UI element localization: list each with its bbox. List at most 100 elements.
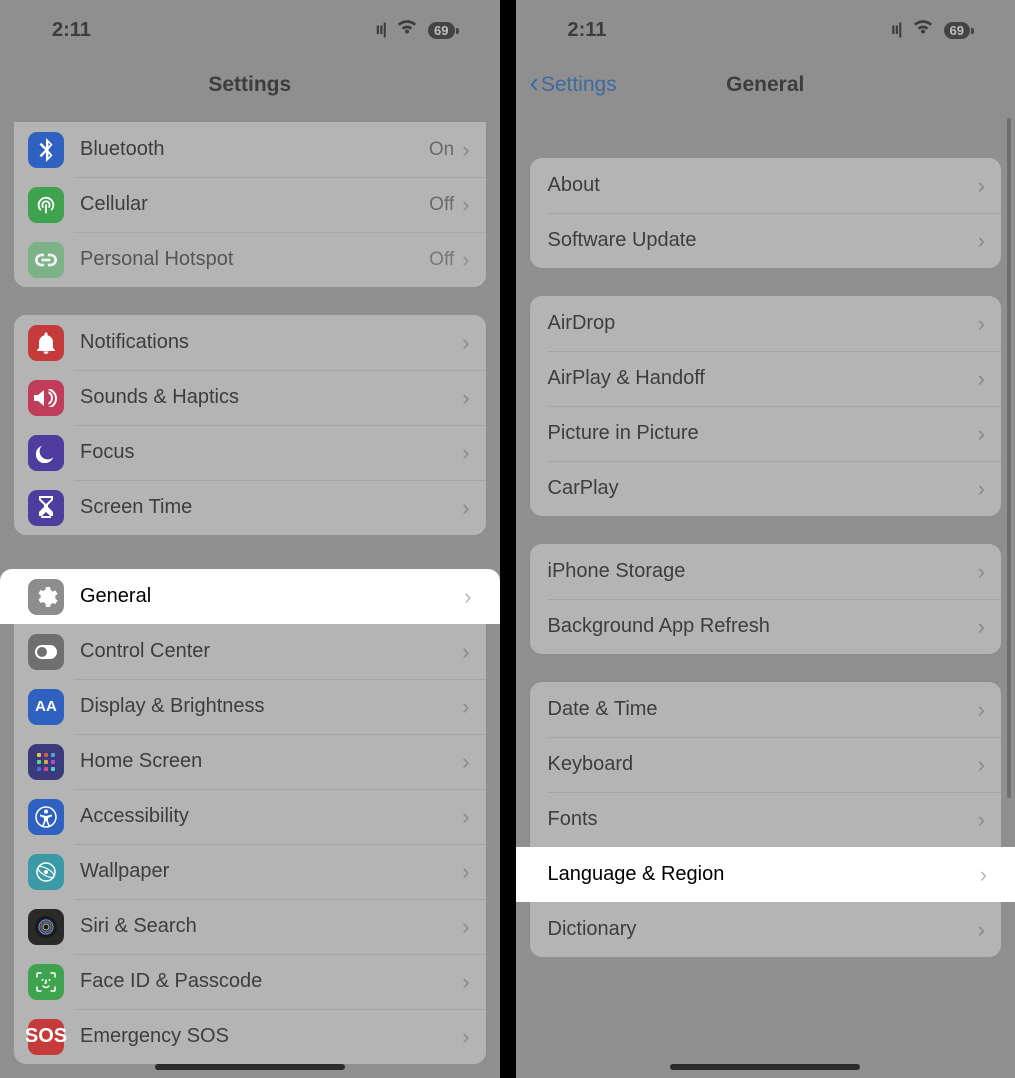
row-general[interactable]: General › <box>0 569 500 624</box>
row-label: Accessibility <box>80 805 456 828</box>
row-personal-hotspot[interactable]: Personal Hotspot Off › <box>14 232 486 287</box>
row-label: Background App Refresh <box>548 615 972 638</box>
siri-icon <box>28 909 64 945</box>
chevron-right-icon: › <box>464 584 471 610</box>
row-bluetooth[interactable]: Bluetooth On › <box>14 122 486 177</box>
hotspot-icon <box>28 242 64 278</box>
row-fonts[interactable]: Fonts › <box>530 792 1002 847</box>
row-label: AirPlay & Handoff <box>548 367 972 390</box>
row-notifications[interactable]: Notifications › <box>14 315 486 370</box>
battery-indicator: 69 <box>944 22 970 39</box>
chevron-right-icon: › <box>462 137 469 163</box>
chevron-right-icon: › <box>980 862 987 888</box>
status-time: 2:11 <box>568 19 607 42</box>
chevron-right-icon: › <box>978 476 985 502</box>
settings-group-alerts: Notifications › Sounds & Haptics › Focus… <box>14 315 486 535</box>
row-label: Software Update <box>548 229 972 252</box>
row-label: General <box>80 585 458 608</box>
chevron-right-icon: › <box>978 614 985 640</box>
row-display-brightness[interactable]: AA Display & Brightness › <box>14 679 486 734</box>
accessibility-icon <box>28 799 64 835</box>
row-face-id-passcode[interactable]: Face ID & Passcode › <box>14 954 486 1009</box>
row-emergency-sos[interactable]: SOS Emergency SOS › <box>14 1009 486 1064</box>
row-label: AirDrop <box>548 312 972 335</box>
row-date-time[interactable]: Date & Time › <box>530 682 1002 737</box>
general-group-about: About › Software Update › <box>530 158 1002 268</box>
row-accessibility[interactable]: Accessibility › <box>14 789 486 844</box>
home-indicator[interactable] <box>155 1064 345 1070</box>
navbar: ‹ Settings General <box>516 60 1015 110</box>
row-home-screen[interactable]: Home Screen › <box>14 734 486 789</box>
row-label: Keyboard <box>548 753 972 776</box>
row-label: Language & Region <box>548 863 974 886</box>
screentime-icon <box>28 490 64 526</box>
row-label: Picture in Picture <box>548 422 972 445</box>
wifi-icon <box>912 19 934 41</box>
row-sounds-haptics[interactable]: Sounds & Haptics › <box>14 370 486 425</box>
row-screen-time[interactable]: Screen Time › <box>14 480 486 535</box>
chevron-right-icon: › <box>978 421 985 447</box>
cellular-signal-icon: ıı| <box>891 21 901 39</box>
row-about[interactable]: About › <box>530 158 1002 213</box>
chevron-right-icon: › <box>978 366 985 392</box>
row-picture-in-picture[interactable]: Picture in Picture › <box>530 406 1002 461</box>
row-background-app-refresh[interactable]: Background App Refresh › <box>530 599 1002 654</box>
row-label: Personal Hotspot <box>80 248 429 271</box>
wallpaper-icon <box>28 854 64 890</box>
status-time: 2:11 <box>52 19 91 42</box>
general-icon <box>28 579 64 615</box>
row-carplay[interactable]: CarPlay › <box>530 461 1002 516</box>
row-label: Date & Time <box>548 698 972 721</box>
chevron-right-icon: › <box>462 969 469 995</box>
row-software-update[interactable]: Software Update › <box>530 213 1002 268</box>
scrollbar[interactable] <box>1007 118 1011 798</box>
row-label: Emergency SOS <box>80 1025 456 1048</box>
chevron-right-icon: › <box>462 495 469 521</box>
chevron-right-icon: › <box>462 385 469 411</box>
row-label: Fonts <box>548 808 972 831</box>
face-id-icon <box>28 964 64 1000</box>
control-center-icon <box>28 634 64 670</box>
chevron-right-icon: › <box>978 917 985 943</box>
general-group-storage: iPhone Storage › Background App Refresh … <box>530 544 1002 654</box>
general-group-airplay: AirDrop › AirPlay & Handoff › Picture in… <box>530 296 1002 516</box>
home-screen-icon <box>28 744 64 780</box>
row-label: Notifications <box>80 331 456 354</box>
row-airdrop[interactable]: AirDrop › <box>530 296 1002 351</box>
row-dictionary[interactable]: Dictionary › <box>530 902 1002 957</box>
settings-root-screen: 2:11 ıı| 69 Settings Bluetooth On <box>0 0 500 1078</box>
row-iphone-storage[interactable]: iPhone Storage › <box>530 544 1002 599</box>
chevron-right-icon: › <box>978 311 985 337</box>
row-label: Siri & Search <box>80 915 456 938</box>
row-label: About <box>548 174 972 197</box>
sos-icon: SOS <box>28 1019 64 1055</box>
row-cellular[interactable]: Cellular Off › <box>14 177 486 232</box>
navbar: Settings <box>0 60 500 110</box>
row-airplay-handoff[interactable]: AirPlay & Handoff › <box>530 351 1002 406</box>
row-label: CarPlay <box>548 477 972 500</box>
display-icon: AA <box>28 689 64 725</box>
row-wallpaper[interactable]: Wallpaper › <box>14 844 486 899</box>
row-value: Off <box>429 249 454 271</box>
row-label: Control Center <box>80 640 456 663</box>
chevron-right-icon: › <box>978 697 985 723</box>
row-language-region[interactable]: Language & Region › <box>516 847 1015 902</box>
row-label: Display & Brightness <box>80 695 456 718</box>
row-value: Off <box>429 194 454 216</box>
row-focus[interactable]: Focus › <box>14 425 486 480</box>
cellular-signal-icon: ıı| <box>376 21 386 39</box>
chevron-right-icon: › <box>462 914 469 940</box>
cellular-icon <box>28 187 64 223</box>
row-siri-search[interactable]: Siri & Search › <box>14 899 486 954</box>
row-keyboard[interactable]: Keyboard › <box>530 737 1002 792</box>
chevron-right-icon: › <box>462 1024 469 1050</box>
row-label: Face ID & Passcode <box>80 970 456 993</box>
row-label: Home Screen <box>80 750 456 773</box>
status-bar: 2:11 ıı| 69 <box>0 0 500 60</box>
battery-indicator: 69 <box>428 22 454 39</box>
wifi-icon <box>396 19 418 41</box>
home-indicator[interactable] <box>670 1064 860 1070</box>
settings-group-network: Bluetooth On › Cellular Off › Pers <box>14 122 486 287</box>
chevron-right-icon: › <box>462 639 469 665</box>
row-control-center[interactable]: Control Center › <box>14 624 486 679</box>
